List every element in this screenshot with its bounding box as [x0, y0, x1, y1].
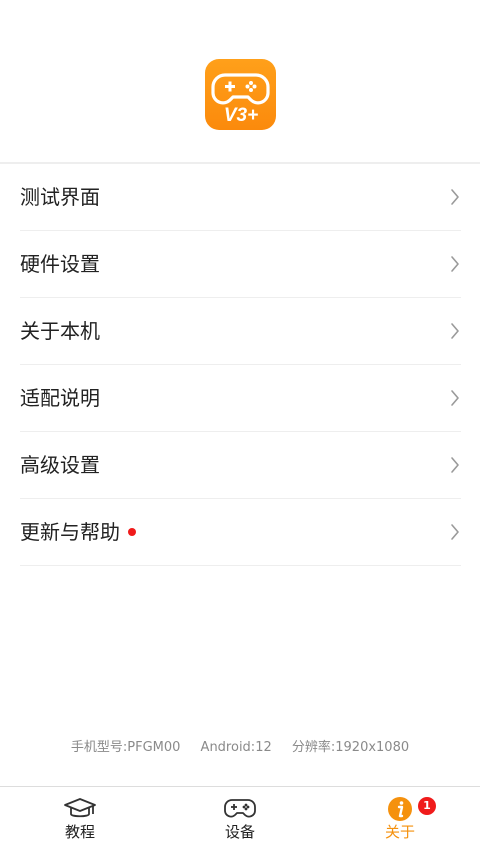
tab-tutorial[interactable]: 教程 — [0, 787, 160, 853]
menu-item-compatibility-notes[interactable]: 适配说明 — [20, 365, 461, 432]
screen-resolution: 分辨率:1920x1080 — [291, 740, 410, 755]
tab-device[interactable]: 设备 — [160, 787, 320, 853]
graduation-cap-icon — [64, 798, 96, 818]
menu-item-label: 关于本机 — [20, 319, 100, 343]
tab-about[interactable]: 1 关于 — [320, 787, 480, 853]
menu-item-hardware-settings[interactable]: 硬件设置 — [20, 231, 461, 298]
chevron-right-icon — [451, 390, 459, 406]
menu-item-label: 硬件设置 — [20, 252, 100, 276]
gamepad-icon — [224, 799, 256, 818]
menu-item-test-screen[interactable]: 测试界面 — [20, 164, 461, 231]
menu-item-about-device[interactable]: 关于本机 — [20, 298, 461, 365]
device-info: 手机型号:PFGM00 Android:12 分辨率:1920x1080 — [0, 736, 480, 755]
tab-label: 教程 — [64, 823, 95, 841]
menu-item-label: 测试界面 — [20, 185, 100, 209]
chevron-right-icon — [451, 256, 459, 272]
menu-item-advanced-settings[interactable]: 高级设置 — [20, 432, 461, 499]
menu-item-label: 更新与帮助 — [20, 520, 120, 544]
notification-dot — [128, 527, 136, 536]
chevron-right-icon — [451, 524, 459, 540]
device-model: 手机型号:PFGM00 — [70, 740, 181, 755]
chevron-right-icon — [451, 457, 459, 473]
settings-menu: 测试界面 硬件设置 关于本机 适配说明 高级设置 更新与帮助 — [0, 164, 480, 566]
header: V3+ — [0, 0, 480, 162]
android-version: Android:12 — [200, 740, 272, 755]
info-icon — [388, 797, 412, 821]
bottom-tab-bar: 教程 设备 1 关于 — [0, 787, 480, 853]
menu-item-label-wrap: 更新与帮助 — [20, 499, 136, 565]
app-logo: V3+ — [205, 59, 276, 130]
tab-label: 设备 — [224, 823, 255, 841]
tab-label: 关于 — [384, 823, 415, 841]
notification-badge: 1 — [418, 797, 436, 815]
chevron-right-icon — [451, 323, 459, 339]
menu-item-label: 适配说明 — [20, 386, 100, 410]
gamepad-logo-icon: V3+ — [211, 73, 270, 126]
logo-text: V3+ — [224, 105, 258, 126]
menu-item-update-and-help[interactable]: 更新与帮助 — [20, 499, 461, 566]
chevron-right-icon — [451, 189, 459, 205]
menu-item-label: 高级设置 — [20, 453, 100, 477]
